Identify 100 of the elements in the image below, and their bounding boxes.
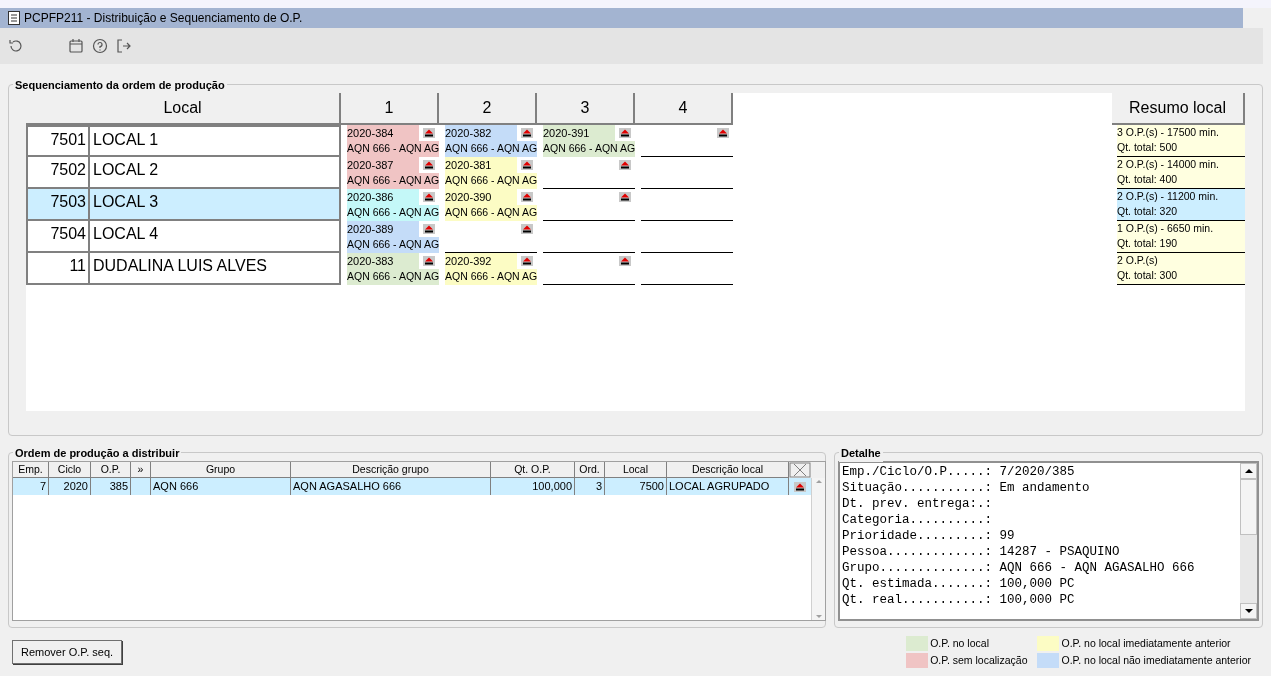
empty-slot[interactable]	[543, 189, 635, 221]
summary-text: 2 O.P.(s)	[1117, 253, 1159, 268]
column-header: 3	[537, 93, 635, 125]
order-card[interactable]: 2020-382 AQN 666 - AQN AG	[445, 125, 537, 157]
eject-icon[interactable]	[619, 128, 631, 138]
legend-label: O.P. sem localização	[930, 652, 1028, 668]
eject-icon[interactable]	[521, 256, 533, 266]
calendar-icon[interactable]	[68, 38, 84, 54]
order-code: 2020-391	[543, 125, 615, 141]
location-row[interactable]: 7502 LOCAL 2	[26, 157, 341, 189]
table-cell: 7	[13, 478, 49, 495]
empty-slot[interactable]	[543, 157, 635, 189]
order-code: 2020-392	[445, 253, 517, 269]
summary-text: Qt. total: 300	[1117, 268, 1179, 283]
order-card[interactable]: 2020-391 AQN 666 - AQN AG	[543, 125, 635, 157]
order-card[interactable]: 2020-386 AQN 666 - AQN AG	[347, 189, 439, 221]
scrollbar[interactable]	[1240, 463, 1257, 619]
order-card[interactable]: 2020-390 AQN 666 - AQN AG	[445, 189, 537, 221]
summary-text: 3 O.P.(s) - 17500 min.	[1117, 125, 1220, 140]
legend-label: O.P. no local	[930, 635, 989, 651]
help-icon[interactable]	[92, 38, 108, 54]
scroll-down-icon[interactable]	[1240, 603, 1257, 619]
summary-text: Qt. total: 500	[1117, 140, 1179, 155]
legend-label: O.P. no local imediatamente anterior	[1061, 635, 1231, 651]
column-header: Local	[26, 93, 341, 125]
eject-icon[interactable]	[794, 481, 806, 492]
order-code: 2020-383	[347, 253, 419, 269]
order-description: AQN 666 - AQN AG	[543, 141, 635, 156]
order-code: 2020-390	[445, 189, 517, 205]
order-description: AQN 666 - AQN AG	[347, 141, 439, 156]
order-card[interactable]: 2020-384 AQN 666 - AQN AG	[347, 125, 439, 157]
order-description: AQN 666 - AQN AG	[445, 173, 537, 188]
order-description: AQN 666 - AQN AG	[347, 237, 439, 252]
summary-text: Qt. total: 320	[1117, 204, 1179, 219]
location-code: 7503	[28, 189, 90, 219]
eject-icon[interactable]	[521, 192, 533, 202]
detail-line: Pessoa.............: 14287 - PSAQUINO	[842, 544, 1121, 560]
location-row[interactable]: 7504 LOCAL 4	[26, 221, 341, 253]
order-card[interactable]: 2020-387 AQN 666 - AQN AG	[347, 157, 439, 189]
eject-icon[interactable]	[717, 128, 729, 138]
order-description: AQN 666 - AQN AG	[445, 141, 537, 156]
detail-line: Grupo..............: AQN 666 - AQN AGASALHO 666	[842, 560, 1196, 576]
order-description: AQN 666 - AQN AG	[347, 205, 439, 220]
location-row[interactable]: 7503 LOCAL 3	[26, 189, 341, 221]
scroll-up-icon[interactable]	[1240, 463, 1257, 479]
order-code: 2020-389	[347, 221, 419, 237]
eject-icon[interactable]	[619, 192, 631, 202]
detail-line: Categoria..........:	[842, 512, 994, 528]
document-icon	[8, 11, 20, 25]
column-header: 2	[439, 93, 537, 125]
empty-slot[interactable]	[543, 253, 635, 285]
order-code: 2020-381	[445, 157, 517, 173]
order-code: 2020-384	[347, 125, 419, 141]
order-description: AQN 666 - AQN AG	[347, 173, 439, 188]
location-row[interactable]: 7501 LOCAL 1	[26, 125, 341, 157]
order-card[interactable]: 2020-381 AQN 666 - AQN AG	[445, 157, 537, 189]
summary-text: 2 O.P.(s) - 14000 min.	[1117, 157, 1220, 172]
exit-icon[interactable]	[116, 38, 132, 54]
location-code: 7502	[28, 157, 90, 187]
eject-icon[interactable]	[521, 160, 533, 170]
window-title: PCPFP211 - Distribuição e Sequenciamento de O.P.	[24, 10, 303, 27]
eject-icon[interactable]	[423, 192, 435, 202]
location-name: LOCAL 1	[92, 130, 159, 150]
summary-text: 2 O.P.(s) - 11200 min.	[1117, 189, 1220, 204]
eject-icon[interactable]	[423, 160, 435, 170]
location-code: 7504	[28, 221, 90, 251]
eject-icon[interactable]	[521, 224, 533, 234]
detail-line: Dt. prev. entrega:.:	[842, 496, 994, 512]
refresh-icon[interactable]	[8, 38, 24, 54]
order-description: AQN 666 - AQN AG	[445, 205, 537, 220]
table-row[interactable]: 7 2020 385 AQN 666 AQN AGASALHO 666 100,000 3 7500 LOCAL AGRUPADO	[13, 478, 811, 495]
order-code: 2020-387	[347, 157, 419, 173]
location-name: LOCAL 4	[92, 224, 159, 244]
eject-icon[interactable]	[619, 160, 631, 170]
location-row[interactable]: 11 DUDALINA LUIS ALVES	[26, 253, 341, 285]
eject-icon[interactable]	[423, 256, 435, 266]
table-cell: 3	[575, 478, 605, 495]
summary-text: Qt. total: 190	[1117, 236, 1179, 251]
column-header: 1	[341, 93, 439, 125]
order-code: 2020-386	[347, 189, 419, 205]
detail-line: Qt. real...........: 100,000 PC	[842, 592, 1076, 608]
eject-icon[interactable]	[423, 128, 435, 138]
empty-slot[interactable]	[641, 125, 733, 157]
order-card[interactable]: 2020-383 AQN 666 - AQN AG	[347, 253, 439, 285]
table-cell: 385	[91, 478, 131, 495]
location-name: LOCAL 3	[92, 192, 159, 212]
order-description: AQN 666 - AQN AG	[445, 269, 537, 284]
detail-line: Qt. estimada.......: 100,000 PC	[842, 576, 1076, 592]
remove-button[interactable]: Remover O.P. seq.	[12, 640, 123, 664]
detail-line: Emp./Ciclo/O.P.....: 7/2020/385	[842, 464, 1076, 480]
eject-icon[interactable]	[423, 224, 435, 234]
order-card[interactable]: 2020-389 AQN 666 - AQN AG	[347, 221, 439, 253]
table-cell: 7500	[605, 478, 667, 495]
eject-icon[interactable]	[619, 256, 631, 266]
eject-icon[interactable]	[521, 128, 533, 138]
table-cell: 100,000	[491, 478, 575, 495]
scroll-thumb[interactable]	[1240, 479, 1257, 535]
location-code: 7501	[28, 127, 90, 155]
order-card[interactable]: 2020-392 AQN 666 - AQN AG	[445, 253, 537, 285]
location-name: DUDALINA LUIS ALVES	[92, 256, 267, 276]
